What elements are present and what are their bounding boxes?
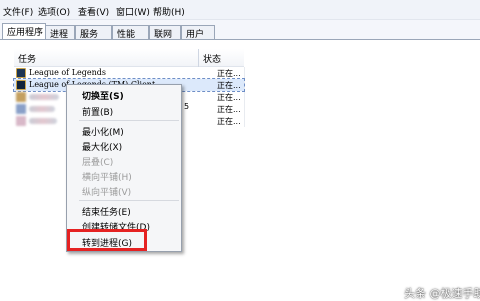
app-icon (16, 116, 26, 126)
menu-item-maximize[interactable]: 最大化(X) (82, 140, 122, 153)
menu-view[interactable]: 查看(V) (78, 5, 109, 18)
tab-processes[interactable]: 进程 (45, 25, 75, 40)
menu-item-cascade: 层叠(C) (82, 158, 114, 168)
menu-windows[interactable]: 窗口(W) (116, 5, 150, 18)
column-divider (244, 67, 245, 127)
column-header-task[interactable]: 任务 (14, 49, 198, 67)
menu-separator (79, 200, 179, 201)
task-row[interactable]: League of Legends 正在... (14, 67, 244, 79)
league-client-icon (16, 80, 26, 90)
highlight-box (67, 229, 147, 251)
context-menu: 切换至(S) 前置(B) 最小化(M) 最大化(X) 层叠(C) 横向平铺(H)… (66, 84, 182, 252)
task-status: 正在... (217, 117, 241, 126)
column-header-status[interactable]: 状态 (199, 49, 244, 67)
menu-help[interactable]: 帮助(H) (153, 5, 185, 18)
watermark: 头条 @极速手助 (404, 287, 480, 300)
task-name: League of Legends (29, 68, 106, 77)
task-row-suffix: 5 (184, 102, 190, 111)
blurred-task-name (29, 106, 55, 112)
menu-options[interactable]: 选项(O) (38, 5, 70, 18)
tab-users[interactable]: 用户 (181, 25, 215, 40)
menu-item-switch-to[interactable]: 切换至(S) (82, 89, 124, 102)
blurred-task-name (29, 94, 59, 100)
menu-file[interactable]: 文件(F) (3, 5, 33, 18)
task-status: 正在... (217, 81, 241, 90)
menu-item-minimize[interactable]: 最小化(M) (82, 125, 124, 138)
menu-item-bring-to-front[interactable]: 前置(B) (82, 105, 113, 118)
tab-strip: 应用程序 进程 服务 性能 联网 用户 (0, 20, 480, 40)
menu-item-end-task[interactable]: 结束任务(E) (82, 205, 131, 218)
tab-performance[interactable]: 性能 (112, 25, 149, 40)
menu-separator (79, 120, 179, 121)
menu-item-tile-vertical: 纵向平铺(V) (82, 188, 132, 198)
blurred-task-name (29, 118, 57, 124)
tab-networking[interactable]: 联网 (149, 25, 181, 40)
task-status: 正在... (217, 105, 241, 114)
app-icon (16, 92, 26, 102)
task-status: 正在... (217, 69, 241, 78)
menu-item-tile-horizontal: 横向平铺(H) (82, 173, 132, 183)
menu-bar: 文件(F) 选项(O) 查看(V) 窗口(W) 帮助(H) (0, 0, 480, 20)
app-icon (16, 104, 26, 114)
task-status: 正在... (217, 93, 241, 102)
tab-services[interactable]: 服务 (75, 25, 112, 40)
league-icon (16, 68, 26, 78)
tab-applications[interactable]: 应用程序 (2, 23, 46, 40)
